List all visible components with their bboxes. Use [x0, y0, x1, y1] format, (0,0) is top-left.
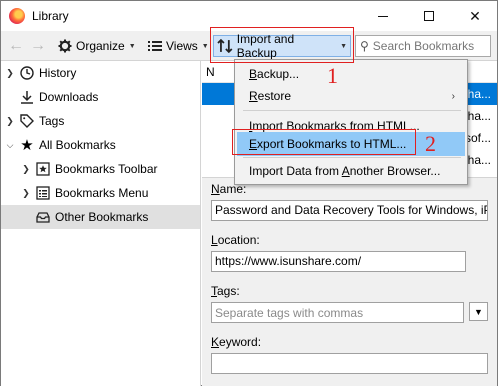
chevron-right-icon[interactable]: ❯ — [21, 188, 31, 199]
chevron-right-icon[interactable]: ❯ — [5, 68, 15, 79]
sidebar-item-other-bookmarks[interactable]: Other Bookmarks — [1, 205, 200, 229]
callout-number-2: 2 — [425, 131, 436, 156]
menu-item-backup[interactable]: Backup... — [237, 62, 465, 86]
folder-tray-icon — [35, 209, 51, 225]
chevron-down-icon: ▼ — [128, 42, 136, 50]
menu-list-icon — [35, 185, 51, 201]
maximize-icon — [424, 11, 434, 21]
toolbar-star-icon — [35, 161, 51, 177]
sidebar-item-all-bookmarks[interactable]: ⌵ ★ All Bookmarks — [1, 133, 200, 157]
close-button[interactable]: ✕ — [453, 1, 497, 31]
gear-icon — [58, 39, 72, 53]
sidebar-item-downloads[interactable]: Downloads — [1, 85, 200, 109]
chevron-down-icon: ▼ — [474, 306, 483, 317]
views-button[interactable]: Views ▼ — [145, 35, 212, 57]
sidebar-item-label: All Bookmarks — [39, 138, 116, 152]
chevron-right-icon[interactable]: ❯ — [5, 116, 15, 127]
sidebar-item-bookmarks-toolbar[interactable]: ❯ Bookmarks Toolbar — [1, 157, 200, 181]
tags-dropdown-button[interactable]: ▼ — [469, 302, 488, 321]
library-window: Library ✕ ← → Organize ▼ Views ▼ Import … — [0, 0, 498, 386]
menu-item-import-browser[interactable]: Import Data from Another Browser... — [237, 159, 465, 183]
clock-icon — [19, 65, 35, 81]
firefox-logo-icon — [9, 8, 25, 24]
search-icon: ⚲ — [360, 39, 369, 53]
tags-label: Tags: — [211, 284, 240, 298]
name-column-header: N — [206, 65, 215, 79]
keyword-label: Keyword: — [211, 335, 262, 349]
submenu-arrow-icon: › — [451, 90, 455, 102]
location-label: Location: — [211, 233, 260, 247]
minimize-button[interactable] — [361, 1, 405, 31]
sidebar-item-label: Bookmarks Menu — [55, 186, 149, 200]
list-view-icon — [148, 41, 162, 51]
tags-field[interactable] — [211, 302, 464, 323]
bookmark-details-panel: Name: Password and Data Recovery Tools f… — [202, 177, 497, 386]
download-icon — [19, 89, 35, 105]
annotation-box-export — [232, 129, 416, 155]
sidebar-item-label: Tags — [39, 114, 65, 128]
chevron-right-icon[interactable]: ❯ — [21, 164, 31, 175]
menu-separator — [243, 157, 461, 158]
tag-icon — [19, 113, 35, 129]
name-field[interactable]: Password and Data Recovery Tools for Win… — [211, 200, 488, 221]
keyword-field[interactable] — [211, 353, 488, 374]
views-label: Views — [166, 39, 198, 53]
back-arrow-icon[interactable]: ← — [7, 37, 25, 55]
organize-button[interactable]: Organize ▼ — [55, 35, 139, 57]
annotation-box-import — [210, 27, 354, 63]
sidebar-item-label: Bookmarks Toolbar — [55, 162, 158, 176]
maximize-button[interactable] — [407, 1, 451, 31]
menu-separator — [243, 110, 461, 111]
menu-item-label: Backup... — [249, 67, 300, 81]
sidebar-item-history[interactable]: ❯ History — [1, 61, 200, 85]
sidebar-item-label: Downloads — [39, 90, 99, 104]
minimize-icon — [378, 15, 388, 17]
location-field[interactable]: https://www.isunshare.com/ — [211, 251, 466, 272]
sidebar-item-tags[interactable]: ❯ Tags — [1, 109, 200, 133]
chevron-down-icon[interactable]: ⌵ — [5, 140, 15, 151]
sidebar-item-label: History — [39, 66, 77, 80]
organize-label: Organize — [76, 39, 125, 53]
window-title: Library — [32, 9, 69, 23]
search-bookmarks-field[interactable]: ⚲ — [355, 35, 491, 57]
search-input[interactable] — [372, 39, 483, 53]
star-icon: ★ — [20, 137, 34, 154]
forward-arrow-icon[interactable]: → — [29, 37, 47, 55]
import-backup-menu: Backup... Restore › Import Bookmarks fro… — [234, 59, 468, 185]
sidebar-item-label: Other Bookmarks — [55, 210, 149, 224]
menu-item-label: Import Data from Another Browser... — [249, 164, 441, 178]
callout-number-1: 1 — [327, 63, 338, 88]
menu-item-label: Restore — [249, 89, 292, 103]
chevron-down-icon: ▼ — [201, 42, 209, 50]
menu-item-restore[interactable]: Restore › — [237, 84, 465, 108]
sidebar-item-bookmarks-menu[interactable]: ❯ Bookmarks Menu — [1, 181, 200, 205]
close-icon: ✕ — [469, 7, 481, 24]
sidebar-tree: ❯ History Downloads ❯ Tags ⌵ ★ All Bookm… — [1, 61, 201, 386]
